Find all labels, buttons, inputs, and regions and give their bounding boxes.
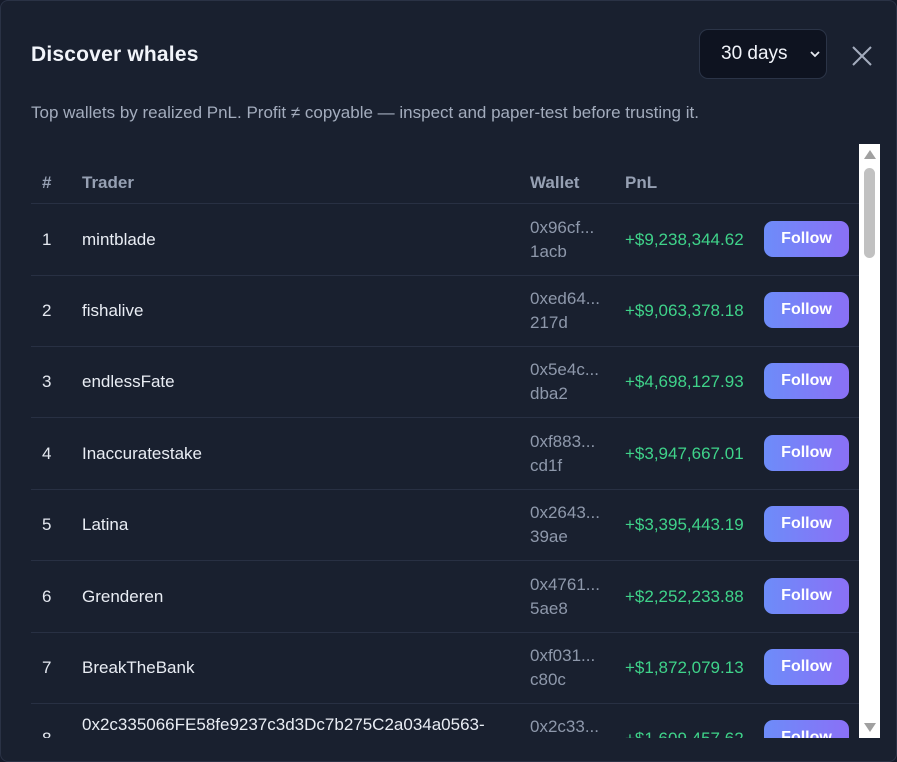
pnl-value: +$9,063,378.18 (625, 301, 744, 320)
pnl-value: +$4,698,127.93 (625, 372, 744, 391)
trader-name: Grenderen (82, 587, 164, 606)
wallet-line-1: 0x4761... (530, 575, 600, 594)
wallet-line-2: dba2 (530, 384, 568, 403)
table-row: 4 Inaccuratestake 0xf883... cd1f +$3,947… (31, 418, 859, 490)
time-range-select[interactable]: 30 days (699, 29, 827, 79)
follow-button[interactable]: Follow (764, 363, 849, 399)
follow-button[interactable]: Follow (764, 649, 849, 685)
wallet-line-1: 0x5e4c... (530, 360, 599, 379)
wallet-address: 0x5e4c... dba2 (530, 358, 599, 406)
wallet-line-1: 0x2643... (530, 503, 600, 522)
wallet-line-2: 5ae8 (530, 599, 568, 618)
header-wallet: Wallet (530, 173, 580, 192)
dialog-subtitle: Top wallets by realized PnL. Profit ≠ co… (31, 103, 699, 122)
trader-name: Latina (82, 515, 129, 534)
follow-button[interactable]: Follow (764, 578, 849, 614)
trader-name: mintblade (82, 230, 156, 249)
follow-button[interactable]: Follow (764, 506, 849, 542)
wallet-address: 0x96cf... 1acb (530, 216, 594, 264)
rank-cell: 8 (42, 729, 51, 738)
rank-cell: 1 (42, 230, 52, 249)
pnl-value: +$2,252,233.88 (625, 587, 744, 606)
rank-cell: 3 (42, 372, 52, 391)
whales-table: # Trader Wallet PnL 1 mintblade 0x96cf..… (31, 144, 880, 738)
pnl-value: +$9,238,344.62 (625, 230, 744, 249)
follow-button[interactable]: Follow (764, 720, 849, 738)
wallet-line-2: c80c (530, 670, 566, 689)
table-row: 1 mintblade 0x96cf... 1acb +$9,238,344.6… (31, 204, 859, 276)
header-pnl: PnL (625, 173, 658, 192)
wallet-line-2: 39ae (530, 527, 568, 546)
wallet-line-1: 0xf883... (530, 432, 596, 451)
trader-name: endlessFate (82, 372, 175, 391)
rank-cell: 7 (42, 658, 52, 677)
table-row: 7 BreakTheBank 0xf031... c80c +$1,872,07… (31, 632, 859, 704)
wallet-address: 0x4761... 5ae8 (530, 573, 600, 621)
table-scrollbar[interactable] (859, 144, 880, 738)
follow-button[interactable]: Follow (764, 221, 849, 257)
wallet-address: 0xed64... 217d (530, 287, 600, 335)
chevron-down-icon (810, 51, 820, 58)
wallet-line-2: 217d (530, 313, 568, 332)
wallet-line-2: cd1f (530, 456, 563, 475)
dialog-title: Discover whales (31, 43, 199, 66)
pnl-value: +$3,947,667.01 (625, 444, 744, 463)
wallet-line-1: 0xed64... (530, 289, 600, 308)
wallet-address: 0x2643... 39ae (530, 501, 600, 549)
rank-cell: 6 (42, 587, 52, 606)
wallet-address: 0x2c33... (530, 715, 599, 738)
rank-cell: 4 (42, 444, 52, 463)
trader-name: 0x2c335066FE58fe9237c3d3Dc7b275C2a034a05… (82, 715, 485, 734)
header-trader: Trader (82, 173, 134, 192)
pnl-value: +$3,395,443.19 (625, 515, 744, 534)
table-header: # Trader Wallet PnL (31, 144, 859, 204)
wallet-line-2: 1acb (530, 242, 567, 261)
follow-button[interactable]: Follow (764, 292, 849, 328)
pnl-value: +$1,609,457.62 (625, 729, 744, 738)
header-rank: # (42, 173, 52, 192)
discover-whales-dialog: Discover whales 30 days Top wallets by r… (0, 0, 897, 762)
time-range-value: 30 days (721, 43, 788, 64)
table-row: 6 Grenderen 0x4761... 5ae8 +$2,252,233.8… (31, 561, 859, 633)
follow-button[interactable]: Follow (764, 435, 849, 471)
close-icon[interactable] (849, 43, 875, 69)
pnl-value: +$1,872,079.13 (625, 658, 744, 677)
trader-name: Inaccuratestake (82, 444, 203, 463)
scrollbar-thumb[interactable] (864, 168, 875, 258)
trader-name: BreakTheBank (82, 658, 195, 677)
rank-cell: 5 (42, 515, 52, 534)
rank-cell: 2 (42, 301, 52, 320)
wallet-address: 0xf031... c80c (530, 644, 595, 692)
table-row: 2 fishalive 0xed64... 217d +$9,063,378.1… (31, 275, 859, 347)
table-row: 5 Latina 0x2643... 39ae +$3,395,443.19 F… (31, 489, 859, 561)
wallet-line-1: 0x96cf... (530, 218, 595, 237)
wallet-line-1: 0x2c33... (530, 717, 599, 736)
trader-name: fishalive (82, 301, 144, 320)
scroll-up-icon[interactable] (864, 150, 876, 159)
scroll-down-icon[interactable] (864, 723, 876, 732)
wallet-line-1: 0xf031... (530, 646, 596, 665)
wallet-address: 0xf883... cd1f (530, 430, 595, 478)
table-row: 3 endlessFate 0x5e4c... dba2 +$4,698,127… (31, 346, 859, 418)
table-row: 8 0x2c335066FE58fe9237c3d3Dc7b275C2a034a… (31, 703, 859, 738)
